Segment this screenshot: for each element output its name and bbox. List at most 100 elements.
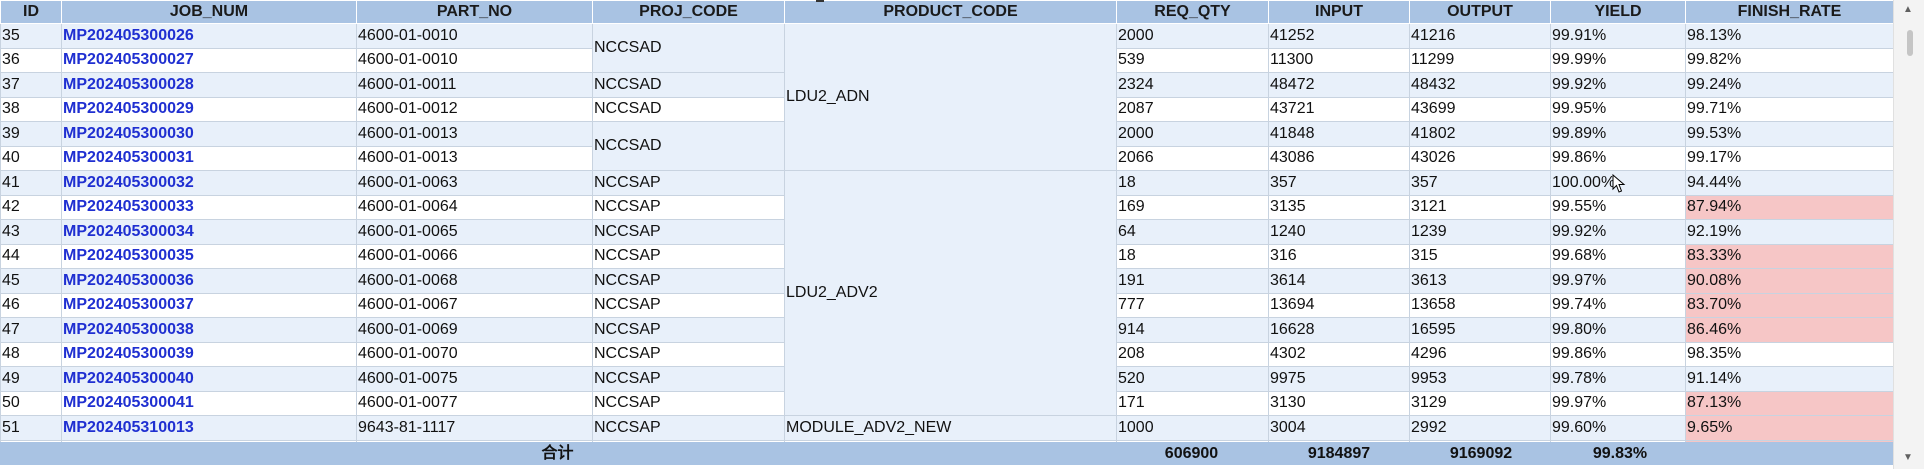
vertical-scrollbar[interactable]: ▲ ▼ xyxy=(1893,0,1924,469)
cell-product-code[interactable]: MODULE_ADV2_NEW xyxy=(784,415,1117,441)
cell-proj-code[interactable]: NCCSAP xyxy=(592,170,785,196)
cell-proj-code[interactable]: NCCSAP xyxy=(592,219,785,245)
cell-id[interactable]: 38 xyxy=(0,96,62,122)
cell-output[interactable]: 43026 xyxy=(1409,145,1551,171)
cell-input[interactable]: 3130 xyxy=(1268,390,1410,416)
cell-id[interactable]: 50 xyxy=(0,390,62,416)
cell-input[interactable]: 48472 xyxy=(1268,72,1410,98)
cell-id[interactable]: 45 xyxy=(0,268,62,294)
cell-finish-rate[interactable]: 98.35% xyxy=(1685,341,1893,367)
cell-job-num[interactable]: MP202405300036 xyxy=(61,268,357,294)
cell-yield[interactable]: 99.74% xyxy=(1550,292,1686,318)
cell-req-qty[interactable]: 18 xyxy=(1116,170,1269,196)
cell-input[interactable]: 3614 xyxy=(1268,268,1410,294)
cell-proj-code[interactable]: NCCSAD xyxy=(592,96,785,122)
cell-part-no[interactable]: 4600-01-0068 xyxy=(356,268,593,294)
cell-id[interactable]: 41 xyxy=(0,170,62,196)
cell-finish-rate[interactable]: 90.08% xyxy=(1685,268,1893,294)
col-header-proj-code[interactable]: PROJ_CODE xyxy=(592,0,785,24)
col-header-product-code[interactable]: PRODUCT_CODE xyxy=(784,0,1117,24)
cell-finish-rate[interactable]: 94.44% xyxy=(1685,170,1893,196)
cell-finish-rate[interactable]: 87.13% xyxy=(1685,390,1893,416)
cell-proj-code[interactable]: NCCSAP xyxy=(592,415,785,441)
cell-part-no[interactable]: 4600-01-0010 xyxy=(356,47,593,73)
cell-job-num[interactable]: MP202405300029 xyxy=(61,96,357,122)
cell-yield[interactable]: 99.80% xyxy=(1550,317,1686,343)
cell-output[interactable]: 3129 xyxy=(1409,390,1551,416)
cell-req-qty[interactable]: 2066 xyxy=(1116,145,1269,171)
col-header-output[interactable]: OUTPUT xyxy=(1409,0,1551,24)
cell-product-code[interactable]: LDU2_ADV2 xyxy=(784,170,1117,416)
cell-output[interactable]: 16595 xyxy=(1409,317,1551,343)
cell-req-qty[interactable]: 18 xyxy=(1116,243,1269,269)
col-header-job-num[interactable]: JOB_NUM xyxy=(61,0,357,24)
cell-part-no[interactable]: 4600-01-0077 xyxy=(356,390,593,416)
cell-id[interactable]: 46 xyxy=(0,292,62,318)
cell-job-num[interactable]: MP202405300033 xyxy=(61,194,357,220)
cell-yield[interactable]: 99.95% xyxy=(1550,96,1686,122)
cell-id[interactable]: 48 xyxy=(0,341,62,367)
cell-req-qty[interactable]: 539 xyxy=(1116,47,1269,73)
cell-id[interactable]: 37 xyxy=(0,72,62,98)
cell-yield[interactable]: 99.97% xyxy=(1550,268,1686,294)
cell-output[interactable]: 1239 xyxy=(1409,219,1551,245)
cell-req-qty[interactable]: 208 xyxy=(1116,341,1269,367)
cell-req-qty[interactable]: 191 xyxy=(1116,268,1269,294)
cell-finish-rate[interactable]: 99.82% xyxy=(1685,47,1893,73)
cell-req-qty[interactable]: 169 xyxy=(1116,194,1269,220)
cell-req-qty[interactable]: 2324 xyxy=(1116,72,1269,98)
cell-proj-code[interactable]: NCCSAP xyxy=(592,341,785,367)
cell-req-qty[interactable]: 520 xyxy=(1116,366,1269,392)
cell-input[interactable]: 357 xyxy=(1268,170,1410,196)
cell-req-qty[interactable]: 2000 xyxy=(1116,121,1269,147)
cell-input[interactable]: 41848 xyxy=(1268,121,1410,147)
scroll-thumb[interactable] xyxy=(1907,30,1913,56)
cell-yield[interactable]: 99.97% xyxy=(1550,390,1686,416)
cell-input[interactable]: 11300 xyxy=(1268,47,1410,73)
cell-part-no[interactable]: 4600-01-0066 xyxy=(356,243,593,269)
cell-proj-code[interactable]: NCCSAP xyxy=(592,292,785,318)
cell-output[interactable]: 13658 xyxy=(1409,292,1551,318)
cell-output[interactable]: 315 xyxy=(1409,243,1551,269)
cell-input[interactable]: 43721 xyxy=(1268,96,1410,122)
cell-proj-code[interactable]: NCCSAP xyxy=(592,317,785,343)
cell-output[interactable]: 4296 xyxy=(1409,341,1551,367)
cell-proj-code[interactable]: NCCSAD xyxy=(592,72,785,98)
cell-yield[interactable]: 99.89% xyxy=(1550,121,1686,147)
cell-input[interactable]: 43086 xyxy=(1268,145,1410,171)
cell-job-num[interactable]: MP202405310013 xyxy=(61,415,357,441)
cell-output[interactable]: 41216 xyxy=(1409,23,1551,49)
cell-id[interactable]: 49 xyxy=(0,366,62,392)
col-header-req-qty[interactable]: REQ_QTY xyxy=(1116,0,1269,24)
cell-finish-rate[interactable]: 99.24% xyxy=(1685,72,1893,98)
cell-finish-rate[interactable]: 98.13% xyxy=(1685,23,1893,49)
cell-job-num[interactable]: MP202405300039 xyxy=(61,341,357,367)
cell-id[interactable]: 39 xyxy=(0,121,62,147)
cell-job-num[interactable]: MP202405300031 xyxy=(61,145,357,171)
cell-finish-rate[interactable]: 83.70% xyxy=(1685,292,1893,318)
cell-output[interactable]: 9953 xyxy=(1409,366,1551,392)
cell-yield[interactable]: 99.78% xyxy=(1550,366,1686,392)
cell-req-qty[interactable]: 777 xyxy=(1116,292,1269,318)
cell-finish-rate[interactable]: 86.46% xyxy=(1685,317,1893,343)
table-row[interactable]: 51 MP202405310013 9643-81-1117 NCCSAP MODULE… xyxy=(0,415,1893,441)
cell-finish-rate[interactable]: 92.19% xyxy=(1685,219,1893,245)
cell-part-no[interactable]: 4600-01-0069 xyxy=(356,317,593,343)
cell-job-num[interactable]: MP202405300037 xyxy=(61,292,357,318)
cell-input[interactable]: 41252 xyxy=(1268,23,1410,49)
cell-output[interactable]: 11299 xyxy=(1409,47,1551,73)
cell-job-num[interactable]: MP202405300041 xyxy=(61,390,357,416)
cell-id[interactable]: 47 xyxy=(0,317,62,343)
cell-job-num[interactable]: MP202405300038 xyxy=(61,317,357,343)
cell-input[interactable]: 316 xyxy=(1268,243,1410,269)
cell-job-num[interactable]: MP202405300040 xyxy=(61,366,357,392)
cell-yield[interactable]: 99.86% xyxy=(1550,341,1686,367)
cell-input[interactable]: 13694 xyxy=(1268,292,1410,318)
cell-yield[interactable]: 99.99% xyxy=(1550,47,1686,73)
cell-output[interactable]: 43699 xyxy=(1409,96,1551,122)
cell-proj-code[interactable]: NCCSAP xyxy=(592,390,785,416)
cell-req-qty[interactable]: 2000 xyxy=(1116,23,1269,49)
cell-job-num[interactable]: MP202405300032 xyxy=(61,170,357,196)
cell-job-num[interactable]: MP202405300026 xyxy=(61,23,357,49)
cell-proj-code[interactable]: NCCSAD xyxy=(592,121,785,171)
